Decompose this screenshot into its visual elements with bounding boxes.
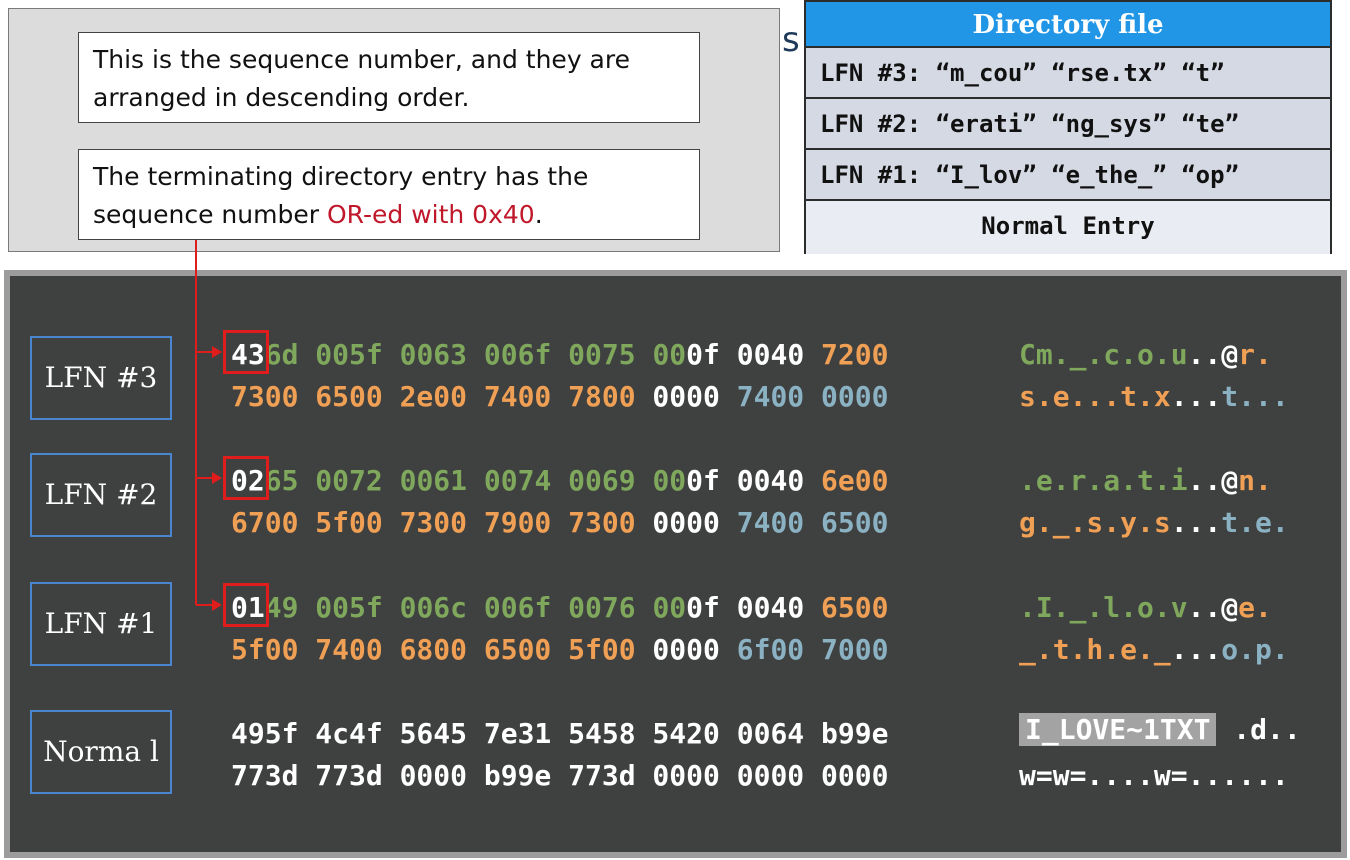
connector-arrows [195,240,222,611]
arrow-head-lfn1 [212,599,222,611]
arrow-head-lfn3 [212,346,222,358]
arrow-head-lfn2 [212,472,222,484]
